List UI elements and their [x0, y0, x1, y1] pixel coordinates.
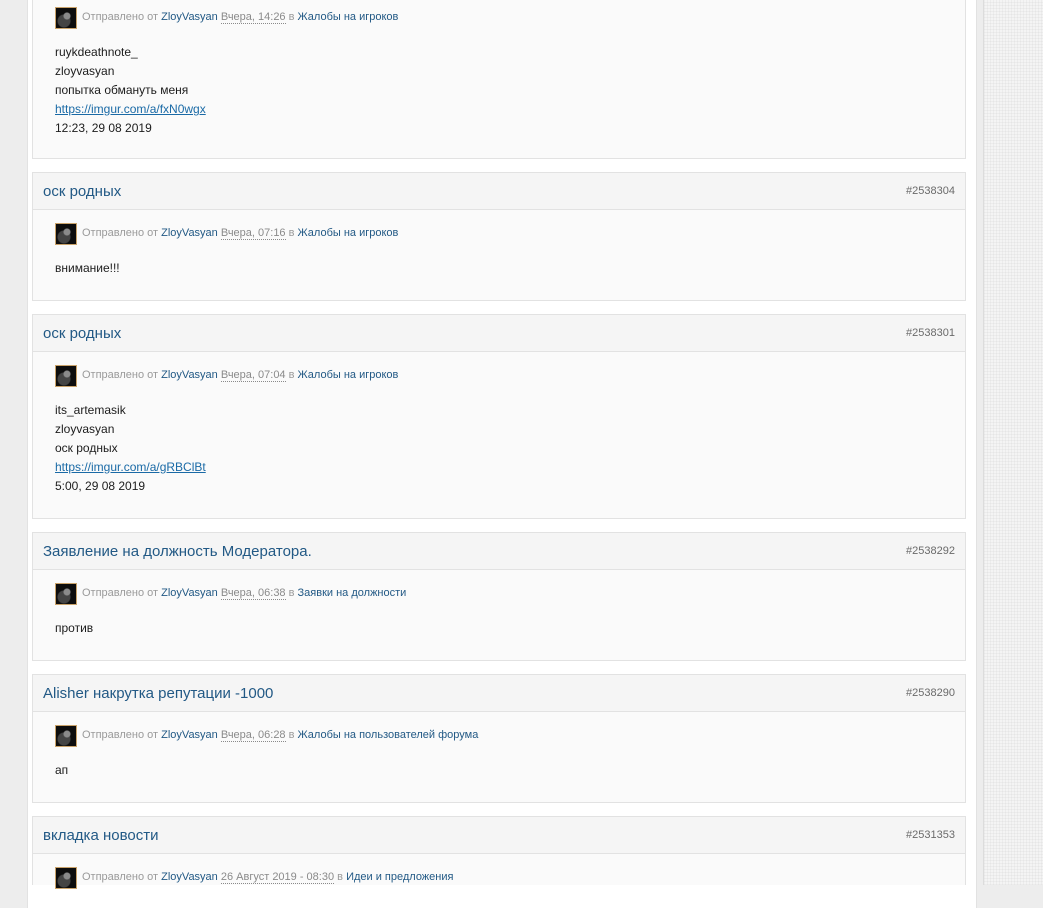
post-content: внимание!!! — [55, 259, 955, 278]
in-label: в — [337, 871, 343, 883]
imgur-link[interactable]: https://imgur.com/a/gRBClBt — [55, 460, 206, 474]
content-line: its_artemasik — [55, 403, 126, 417]
forum-link[interactable]: Жалобы на игроков — [298, 227, 399, 239]
content-line: zloyvasyan — [55, 64, 115, 78]
post-date: 26 Август 2019 - 08:30 — [220, 871, 335, 884]
post-header: вкладка новости #2531353 — [33, 817, 965, 854]
sent-by-label: Отправлено от — [82, 227, 159, 239]
in-label: в — [288, 11, 295, 23]
in-label: в — [288, 587, 295, 599]
post-result: оск родных #2538304 Отправлено от ZloyVa… — [32, 172, 966, 301]
author-link[interactable]: ZloyVasyan — [161, 587, 218, 599]
in-label: в — [288, 227, 295, 239]
forum-link[interactable]: Заявки на должности — [298, 587, 407, 599]
post-meta: Отправлено от ZloyVasyan Вчера, 07:16 в … — [55, 223, 955, 249]
post-title-link[interactable]: вкладка новости — [43, 827, 158, 844]
post-result: вкладка новости #2531353 Отправлено от Z… — [32, 816, 966, 889]
avatar[interactable] — [55, 867, 77, 889]
post-id-link[interactable]: #2538290 — [906, 687, 955, 699]
content-line: внимание!!! — [55, 261, 120, 275]
author-link[interactable]: ZloyVasyan — [161, 871, 218, 883]
forum-link[interactable]: Идеи и предложения — [346, 871, 453, 883]
content-line: ап — [55, 763, 69, 777]
content-line: попытка обмануть меня — [55, 83, 189, 97]
author-link[interactable]: ZloyVasyan — [161, 369, 218, 381]
avatar[interactable] — [55, 223, 77, 245]
post-header: Alisher накрутка репутации -1000 #253829… — [33, 675, 965, 712]
post-title-link[interactable]: оск родных — [43, 325, 121, 342]
post-date: Вчера, 06:28 — [220, 729, 286, 742]
post-id-link[interactable]: #2538292 — [906, 545, 955, 557]
in-label: в — [288, 729, 295, 741]
post-result: оск родных #2538301 Отправлено от ZloyVa… — [32, 314, 966, 519]
avatar[interactable] — [55, 365, 77, 387]
post-meta: Отправлено от ZloyVasyan 26 Август 2019 … — [55, 867, 955, 893]
post-content: ruykdeathnote_ zloyvasyan попытка обману… — [55, 43, 955, 138]
post-date: Вчера, 07:04 — [220, 369, 286, 382]
post-id-link[interactable]: #2538301 — [906, 327, 955, 339]
post-meta: Отправлено от ZloyVasyan Вчера, 06:28 в … — [55, 725, 955, 751]
post-title-link[interactable]: оск родных — [43, 183, 121, 200]
sent-by-label: Отправлено от — [82, 871, 159, 883]
sent-by-label: Отправлено от — [82, 11, 159, 23]
post-meta: Отправлено от ZloyVasyan Вчера, 06:38 в … — [55, 583, 955, 609]
in-label: в — [288, 369, 295, 381]
post-result: Заявление на должность Модератора. #2538… — [32, 532, 966, 661]
post-content: против — [55, 619, 955, 638]
post-title-link[interactable]: Заявление на должность Модератора. — [43, 543, 312, 560]
avatar[interactable] — [55, 725, 77, 747]
post-header: оск родных #2538304 — [33, 173, 965, 210]
content-line: против — [55, 621, 94, 635]
forum-link[interactable]: Жалобы на игроков — [298, 11, 399, 23]
post-header: Заявление на должность Модератора. #2538… — [33, 533, 965, 570]
post-header: оск родных #2538301 — [33, 315, 965, 352]
sent-by-label: Отправлено от — [82, 369, 159, 381]
author-link[interactable]: ZloyVasyan — [161, 11, 218, 23]
post-date: Вчера, 06:38 — [220, 587, 286, 600]
post-date: Вчера, 14:26 — [220, 11, 286, 24]
post-title-link[interactable]: Alisher накрутка репутации -1000 — [43, 685, 273, 702]
avatar[interactable] — [55, 583, 77, 605]
author-link[interactable]: ZloyVasyan — [161, 227, 218, 239]
imgur-link[interactable]: https://imgur.com/a/fxN0wgx — [55, 102, 206, 116]
sent-by-label: Отправлено от — [82, 729, 159, 741]
post-result: Alisher накрутка репутации -1000 #253829… — [32, 674, 966, 803]
content-line: 5:00, 29 08 2019 — [55, 479, 146, 493]
sent-by-label: Отправлено от — [82, 587, 159, 599]
post-id-link[interactable]: #2538304 — [906, 185, 955, 197]
right-background — [983, 0, 1043, 885]
author-link[interactable]: ZloyVasyan — [161, 729, 218, 741]
forum-link[interactable]: Жалобы на пользователей форума — [298, 729, 479, 741]
content-line: ruykdeathnote_ — [55, 45, 138, 59]
post-result: Отправлено от ZloyVasyan Вчера, 14:26 в … — [32, 0, 966, 159]
content-line: zloyvasyan — [55, 422, 115, 436]
post-content: ап — [55, 761, 955, 780]
content-line: 12:23, 29 08 2019 — [55, 121, 152, 135]
content-line: оск родных — [55, 441, 118, 455]
post-meta: Отправлено от ZloyVasyan Вчера, 14:26 в … — [55, 7, 955, 33]
post-date: Вчера, 07:16 — [220, 227, 286, 240]
post-id-link[interactable]: #2531353 — [906, 829, 955, 841]
avatar[interactable] — [55, 7, 77, 29]
post-content: its_artemasik zloyvasyan оск родных http… — [55, 401, 955, 496]
forum-link[interactable]: Жалобы на игроков — [298, 369, 399, 381]
post-meta: Отправлено от ZloyVasyan Вчера, 07:04 в … — [55, 365, 955, 391]
